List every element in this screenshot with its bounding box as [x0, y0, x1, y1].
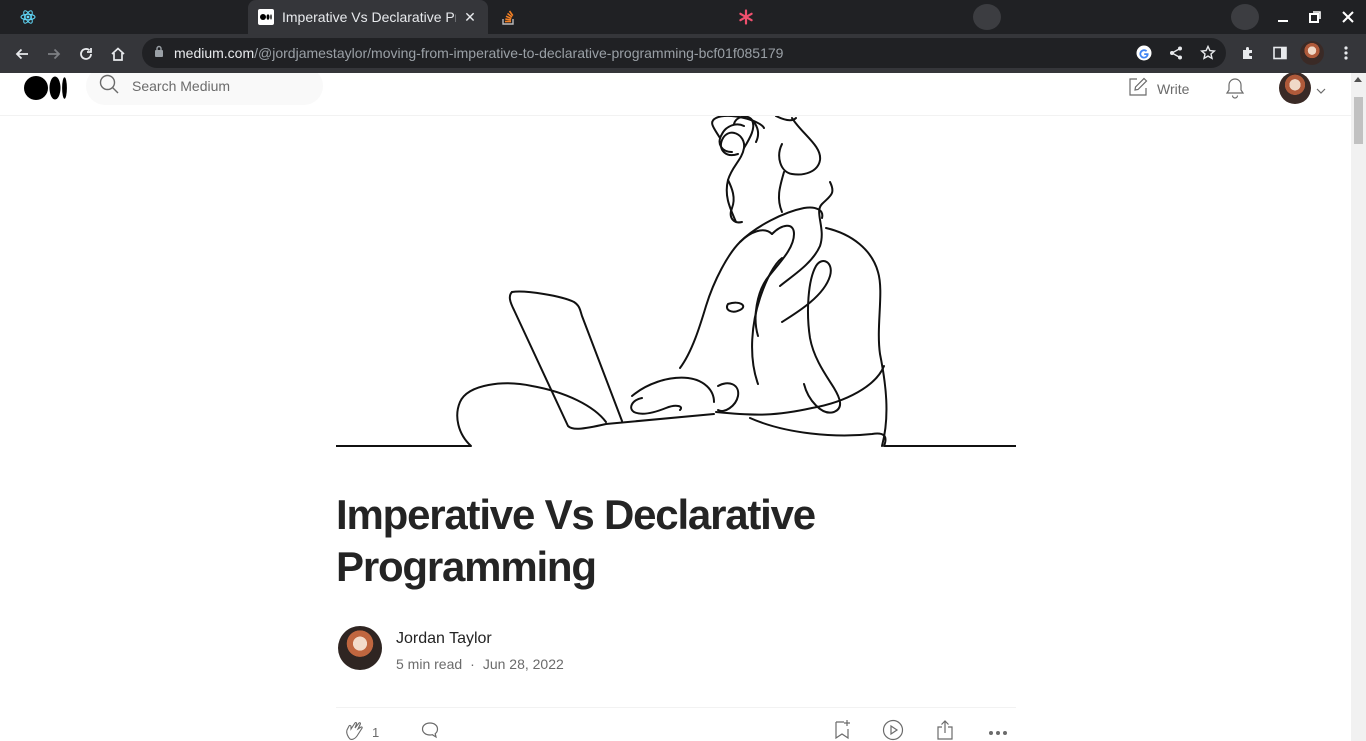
menu-kebab-icon[interactable] [1335, 42, 1357, 64]
author-avatar[interactable] [338, 626, 382, 670]
tab-medium-article[interactable]: Imperative Vs Declarative Programming ✕ [248, 0, 488, 34]
chevron-down-icon[interactable] [1316, 81, 1326, 99]
tab-react[interactable] [10, 0, 246, 34]
article-action-bar: 1 [336, 707, 1016, 741]
write-pencil-icon [1128, 77, 1148, 100]
tab-title: Imperative Vs Declarative Programming [282, 9, 456, 25]
article-meta: 5 min read · Jun 28, 2022 [396, 656, 564, 672]
new-tab-button[interactable] [973, 4, 1001, 30]
meta-separator: · [470, 656, 475, 672]
share-upload-icon [935, 719, 955, 741]
url-host: medium.com [174, 45, 255, 61]
bookmark-star-icon[interactable] [1197, 42, 1219, 64]
extensions-puzzle-icon[interactable] [1237, 42, 1259, 64]
tab-stackoverflow[interactable] [490, 0, 726, 34]
home-icon[interactable] [105, 41, 131, 67]
more-dots-icon [988, 723, 1008, 741]
restore-icon[interactable] [1305, 7, 1325, 27]
google-icon[interactable] [1133, 42, 1155, 64]
react-icon [20, 9, 36, 25]
medium-icon [258, 9, 274, 25]
medium-logo[interactable] [24, 75, 68, 106]
forward-icon[interactable] [41, 41, 67, 67]
publish-date: Jun 28, 2022 [482, 656, 564, 672]
minimize-icon[interactable] [1273, 7, 1293, 27]
asterisk-icon [738, 9, 754, 25]
medium-header: Search Medium Write [0, 73, 1351, 116]
save-bookmark-button[interactable] [832, 719, 852, 741]
article-title: Imperative Vs Declarative Programming [336, 491, 816, 590]
stackoverflow-icon [500, 9, 516, 25]
bookmark-add-icon [832, 719, 852, 741]
search-box[interactable]: Search Medium [86, 73, 323, 105]
close-tab-icon[interactable]: ✕ [462, 9, 478, 26]
write-button[interactable]: Write [1128, 77, 1189, 100]
clap-icon [344, 719, 366, 741]
lock-icon[interactable] [154, 44, 164, 62]
play-circle-icon [882, 719, 904, 741]
notifications-bell-icon[interactable] [1224, 76, 1246, 105]
medium-page: Search Medium Write Imperative Vs Declar… [0, 73, 1351, 741]
write-label: Write [1157, 80, 1190, 97]
search-placeholder: Search Medium [132, 78, 231, 94]
share-button[interactable] [935, 719, 955, 741]
close-window-icon[interactable] [1338, 7, 1358, 27]
comment-icon [420, 720, 440, 741]
scroll-up-arrow-icon[interactable] [1354, 77, 1362, 82]
more-options-button[interactable] [988, 720, 1008, 741]
share-icon[interactable] [1165, 42, 1187, 64]
profile-tab-button[interactable] [1231, 4, 1259, 30]
browser-tab-strip: Imperative Vs Declarative Programming ✕ [0, 0, 1366, 34]
listen-button[interactable] [882, 719, 904, 741]
side-panel-icon[interactable] [1269, 42, 1291, 64]
clap-button[interactable]: 1 [344, 720, 379, 741]
hero-image [335, 114, 1017, 447]
comment-button[interactable] [420, 720, 440, 741]
reload-icon[interactable] [73, 41, 99, 67]
page-scrollbar[interactable] [1351, 73, 1366, 741]
search-icon [98, 73, 120, 100]
browser-toolbar: medium.com/@jordjamestaylor/moving-from-… [0, 34, 1366, 73]
back-icon[interactable] [9, 41, 35, 67]
author-name[interactable]: Jordan Taylor [396, 630, 492, 648]
url-text: medium.com/@jordjamestaylor/moving-from-… [174, 45, 783, 61]
read-time: 5 min read [396, 656, 463, 672]
tab-other[interactable] [728, 0, 964, 34]
profile-avatar[interactable] [1300, 41, 1324, 65]
url-path: /@jordjamestaylor/moving-from-imperative… [254, 45, 784, 61]
scrollbar-thumb[interactable] [1354, 97, 1363, 144]
user-avatar[interactable] [1279, 73, 1311, 104]
clap-count: 1 [372, 724, 380, 740]
address-bar[interactable]: medium.com/@jordjamestaylor/moving-from-… [142, 38, 1226, 68]
